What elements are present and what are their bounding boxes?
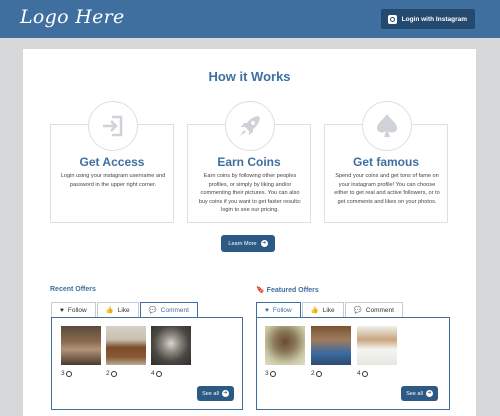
- section-title-how-it-works: How it Works: [208, 69, 291, 84]
- tab-label: Comment: [160, 306, 189, 314]
- offer-thumbnail-door[interactable]: [106, 326, 146, 365]
- coin-icon: [315, 370, 322, 377]
- feature-get-access: Get Access Login using your instagram us…: [50, 101, 174, 223]
- thumbs-up-icon: 👍: [310, 307, 319, 314]
- recent-offers-panel: 3 2 4 See all ➜: [51, 317, 243, 410]
- coin-icon: [65, 370, 72, 377]
- arrow-right-icon: ➜: [425, 390, 433, 397]
- main-card: How it Works Get Access Login using your…: [23, 49, 476, 416]
- featured-see-all-button[interactable]: See all ➜: [401, 386, 438, 401]
- offer-coin-count: 3: [61, 370, 72, 377]
- featured-offers-panel: 3 2 4 See all ➜: [256, 317, 450, 410]
- rocket-icon: [240, 116, 260, 136]
- tab-label: Comment: [365, 306, 394, 314]
- feature-icon-circle: [362, 101, 412, 151]
- top-navbar: Logo Here Login with Instagram: [0, 0, 500, 38]
- offer-thumbnail-food[interactable]: [61, 326, 101, 365]
- featured-offers-title: 🔖 Featured Offers: [256, 287, 319, 294]
- coin-icon: [269, 370, 276, 377]
- login-label: Login with Instagram: [401, 15, 467, 23]
- offer-thumbnail-corridor[interactable]: [151, 326, 191, 365]
- tab-follow[interactable]: ♥ Follow: [256, 302, 301, 317]
- featured-offers-tabs: ♥ Follow 👍 Like 💬 Comment: [256, 302, 404, 317]
- login-instagram-button[interactable]: Login with Instagram: [380, 9, 475, 29]
- feature-icon-circle: [88, 101, 138, 151]
- see-all-label: See all: [202, 390, 219, 397]
- feature-title: Earn Coins: [217, 155, 281, 169]
- feature-icon-circle: [225, 101, 275, 151]
- feature-text: Login using your instagram username and …: [60, 173, 166, 188]
- coin-icon: [361, 370, 368, 377]
- recent-offers-tabs: ♥ Follow 👍 Like 💬 Comment: [51, 302, 199, 317]
- offer-coin-count: 2: [311, 370, 322, 377]
- coin-icon: [155, 370, 162, 377]
- offer-thumbnail-person-2[interactable]: [311, 326, 351, 365]
- instagram-icon: [387, 14, 397, 24]
- recent-see-all-button[interactable]: See all ➜: [197, 386, 234, 401]
- feature-text: Earn coins by following other peoples pr…: [198, 173, 302, 214]
- tab-label: Follow: [272, 306, 292, 314]
- thumbs-up-icon: 👍: [105, 307, 114, 314]
- arrow-right-icon: ➜: [260, 240, 268, 247]
- tab-label: Follow: [67, 306, 87, 314]
- spade-icon: [377, 114, 397, 137]
- offer-coin-count: 4: [151, 370, 162, 377]
- tab-like[interactable]: 👍 Like: [96, 302, 139, 317]
- feature-title: Get Access: [79, 155, 145, 169]
- offer-coin-count: 3: [265, 370, 276, 377]
- comment-icon: 💬: [148, 307, 157, 314]
- feature-title: Get famous: [352, 155, 419, 169]
- heart-icon: ♥: [265, 306, 269, 314]
- feature-get-famous: Get famous Spend your coins and get tons…: [324, 101, 448, 223]
- tab-label: Like: [117, 306, 130, 314]
- tab-comment[interactable]: 💬 Comment: [139, 302, 198, 317]
- feature-earn-coins: Earn Coins Earn coins by following other…: [187, 101, 311, 223]
- heart-icon: ♥: [60, 306, 64, 314]
- logo[interactable]: Logo Here: [20, 6, 125, 28]
- tab-like[interactable]: 👍 Like: [301, 302, 344, 317]
- feature-text: Spend your coins and get tons of fame on…: [334, 173, 440, 205]
- bookmark-icon: 🔖: [256, 287, 265, 294]
- tab-follow[interactable]: ♥ Follow: [51, 302, 96, 317]
- sign-in-icon: [103, 115, 123, 137]
- offer-thumbnail-person-1[interactable]: [265, 326, 305, 365]
- tab-comment[interactable]: 💬 Comment: [344, 302, 403, 317]
- coin-icon: [110, 370, 117, 377]
- learn-more-button[interactable]: Learn More ➜: [221, 235, 275, 252]
- comment-icon: 💬: [353, 307, 362, 314]
- recent-offers-title: Recent Offers: [50, 286, 96, 293]
- offer-coin-count: 2: [106, 370, 117, 377]
- see-all-label: See all: [406, 390, 423, 397]
- offer-thumbnail-person-3[interactable]: [357, 326, 397, 365]
- offer-coin-count: 4: [357, 370, 368, 377]
- arrow-right-icon: ➜: [221, 390, 229, 397]
- learn-more-label: Learn More: [228, 240, 257, 247]
- tab-label: Like: [322, 306, 335, 314]
